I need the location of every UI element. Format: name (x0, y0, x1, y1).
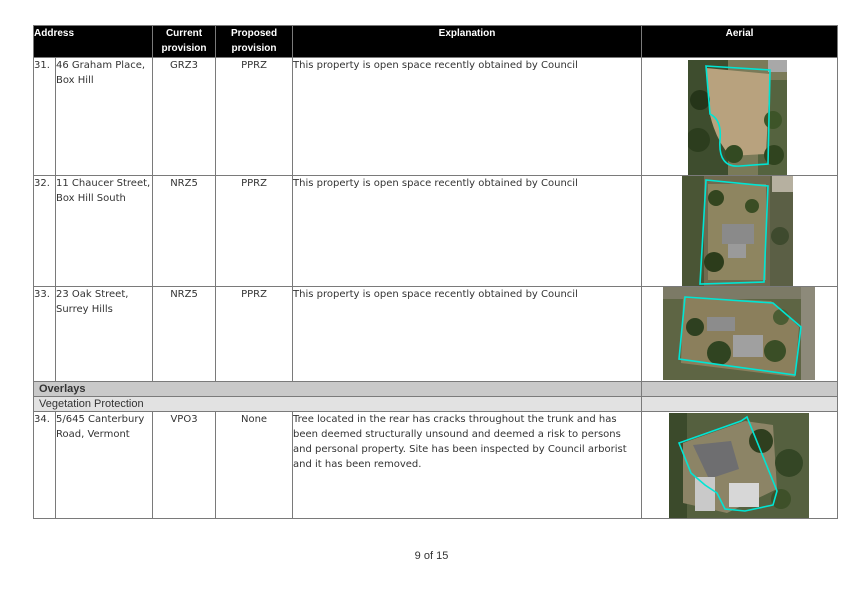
table-row: 31. 46 Graham Place, Box Hill GRZ3 PPRZ … (33, 57, 839, 176)
row-aerial (641, 411, 839, 519)
row-explanation: This property is open space recently obt… (292, 175, 643, 287)
header-proposed-provision: Proposed provision (215, 25, 294, 58)
section-heading-overlays: Overlays (32, 381, 643, 397)
row-explanation: This property is open space recently obt… (292, 57, 643, 176)
row-current-provision: VPO3 (152, 411, 217, 519)
row-address: 11 Chaucer Street, Box Hill South (54, 175, 154, 287)
row-proposed-provision: None (215, 411, 294, 519)
row-number: 34. (33, 411, 56, 519)
row-aerial (641, 175, 839, 287)
row-proposed-provision: PPRZ (215, 175, 294, 287)
header-aerial: Aerial (641, 25, 839, 58)
row-number: 33. (33, 286, 56, 382)
header-current-provision: Current provision (152, 25, 217, 58)
subsection-heading-row: Vegetation Protection (32, 396, 839, 412)
subsection-heading-blank (641, 396, 839, 412)
section-heading-blank (641, 381, 839, 397)
row-explanation: This property is open space recently obt… (292, 286, 643, 382)
subsection-heading-vegetation: Vegetation Protection (32, 396, 643, 412)
section-heading-row: Overlays (32, 381, 839, 397)
header-address: Address (32, 25, 154, 58)
table-row: 32. 11 Chaucer Street, Box Hill South NR… (33, 175, 839, 287)
row-proposed-provision: PPRZ (215, 57, 294, 176)
row-number: 32. (33, 175, 56, 287)
row-aerial (641, 57, 839, 176)
table-header-row: Address Current provision Proposed provi… (32, 25, 839, 58)
row-address: 5/645 Canterbury Road, Vermont (54, 411, 154, 519)
row-number: 31. (33, 57, 56, 176)
aerial-photo (688, 60, 788, 175)
row-proposed-provision: PPRZ (215, 286, 294, 382)
amendment-table: Address Current provision Proposed provi… (32, 25, 839, 519)
row-current-provision: NRZ5 (152, 286, 217, 382)
row-address: 46 Graham Place, Box Hill (54, 57, 154, 176)
row-aerial (641, 286, 839, 382)
header-explanation: Explanation (292, 25, 643, 58)
row-current-provision: NRZ5 (152, 175, 217, 287)
row-address: 23 Oak Street, Surrey Hills (54, 286, 154, 382)
row-explanation: Tree located in the rear has cracks thro… (292, 411, 643, 519)
aerial-photo (669, 413, 810, 518)
table-row: 34. 5/645 Canterbury Road, Vermont VPO3 … (33, 411, 839, 519)
page-number: 9 of 15 (414, 550, 449, 562)
table-row: 33. 23 Oak Street, Surrey Hills NRZ5 PPR… (33, 286, 839, 382)
aerial-photo (663, 287, 816, 380)
row-current-provision: GRZ3 (152, 57, 217, 176)
aerial-photo (682, 176, 794, 286)
